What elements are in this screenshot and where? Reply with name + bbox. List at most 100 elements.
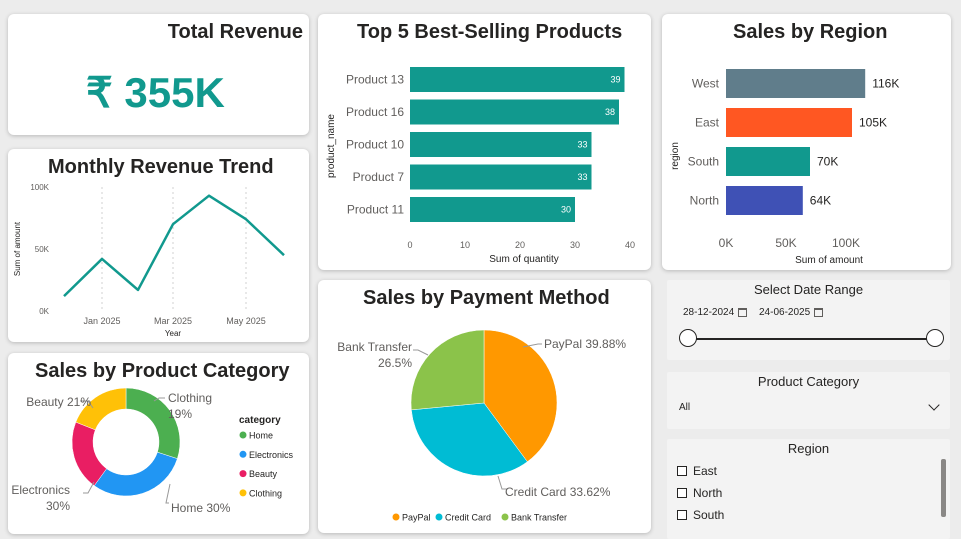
data-label: 116K [872, 77, 899, 91]
checkbox[interactable] [677, 488, 687, 498]
payment-method-chart: PayPal 39.88% Credit Card 33.62% Bank Tran… [337, 329, 626, 523]
slice-label: Clothing [168, 391, 212, 405]
category-dropdown-value: All [679, 402, 691, 413]
data-label: 38 [605, 107, 615, 117]
region-slicer-title: Region [787, 441, 830, 456]
region-option-north[interactable]: North [677, 486, 722, 500]
category-tick-label: Product 13 [346, 73, 404, 87]
date-range-track[interactable] [688, 338, 936, 340]
region-slicer: Region East North South [667, 439, 950, 539]
region-option-east[interactable]: East [677, 464, 717, 478]
x-tick-label: 40 [625, 240, 635, 250]
data-label: 70K [817, 155, 838, 169]
data-label: 33 [577, 172, 587, 182]
bar [410, 164, 592, 190]
slice-label: Home 30% [171, 501, 231, 515]
category-tick-label: Product 10 [346, 138, 404, 152]
region-option-label: North [693, 486, 723, 500]
date-range-start-handle[interactable] [679, 329, 697, 347]
bar [726, 108, 852, 137]
bar [410, 67, 625, 92]
product-category-chart: Home 30% Electronics 30% Beauty 21% Clothing… [11, 387, 294, 515]
data-label: 33 [577, 140, 587, 150]
category-tick-label: South [688, 155, 719, 169]
slice-label: Credit Card 33.62% [505, 485, 611, 499]
legend-marker [239, 450, 247, 458]
date-start-value: 28-12-2024 [683, 307, 735, 318]
pie-slice [410, 329, 485, 411]
category-slicer: Product Category All [667, 372, 950, 429]
legend-marker [239, 489, 247, 497]
category-tick-label: Product 11 [347, 203, 404, 217]
y-tick-label: 100K [30, 183, 49, 192]
slice-label: 30% [46, 499, 70, 513]
product-category-card: Sales by Product Category Home 30% Electr… [8, 353, 309, 534]
legend-marker [239, 470, 247, 478]
category-tick-label: Product 16 [346, 105, 404, 119]
legend-label: Electronics [249, 450, 294, 460]
region-option-south[interactable]: South [677, 508, 724, 522]
calendar-icon[interactable] [814, 308, 824, 317]
x-axis-title: Sum of quantity [489, 254, 558, 265]
x-tick-label: 100K [832, 236, 860, 250]
date-end-field[interactable]: 24-06-2025 [759, 307, 824, 318]
date-range-slicer: Select Date Range 28-12-2024 24-06-2025 [667, 280, 950, 360]
monthly-revenue-card: Monthly Revenue Trend 0K 50K 100K Jan 2025 M… [8, 149, 309, 342]
slice-label: Bank Transfer [337, 340, 412, 354]
category-tick-label: East [695, 116, 720, 130]
y-tick-label: 50K [35, 245, 50, 254]
sales-region-chart: 116K West 105K East 70K South 64K North 0K 50K 100… [670, 69, 899, 266]
region-scrollbar[interactable] [941, 459, 946, 517]
checkbox[interactable] [677, 466, 687, 476]
x-tick-label: Mar 2025 [154, 316, 192, 326]
calendar-icon[interactable] [738, 308, 748, 317]
slice-label: 19% [168, 407, 192, 421]
region-option-label: East [693, 464, 718, 478]
x-tick-label: May 2025 [226, 316, 266, 326]
x-tick-label: 0K [719, 236, 734, 250]
x-tick-label: 0 [407, 240, 412, 250]
legend-marker [392, 513, 400, 521]
x-tick-label: 30 [570, 240, 580, 250]
legend-label: Beauty [249, 469, 278, 479]
category-tick-label: North [690, 194, 719, 208]
date-start-field[interactable]: 28-12-2024 [683, 307, 748, 318]
x-tick-label: Jan 2025 [83, 316, 120, 326]
donut-slice [71, 421, 107, 487]
x-tick-label: 20 [515, 240, 525, 250]
slice-label: 26.5% [378, 356, 412, 370]
donut-slice [93, 451, 178, 497]
date-range-title: Select Date Range [753, 282, 864, 297]
bar [726, 186, 803, 215]
y-tick-label: 0K [39, 307, 49, 316]
x-tick-label: 10 [460, 240, 470, 250]
bar [726, 147, 810, 176]
sales-region-card: Sales by Region 116K West 105K East 70K South… [662, 14, 951, 270]
bar [410, 197, 575, 222]
category-tick-label: West [692, 77, 720, 91]
checkbox[interactable] [677, 510, 687, 520]
total-revenue-card: Total Revenue ₹ 355K [8, 14, 309, 135]
category-dropdown[interactable]: All [675, 397, 944, 417]
data-label: 30 [561, 205, 571, 215]
leader-line [165, 483, 171, 504]
slice-label: PayPal 39.88% [544, 337, 626, 351]
y-axis-title: region [670, 142, 681, 170]
leader-line [413, 349, 429, 356]
region-option-label: South [693, 508, 725, 522]
bar [410, 99, 619, 125]
slice-label: Electronics [11, 483, 70, 497]
bar [410, 132, 592, 157]
chevron-down-icon[interactable] [928, 399, 940, 411]
date-range-end-handle[interactable] [926, 329, 944, 347]
y-axis-title: Sum of amount [13, 221, 22, 276]
legend-marker [501, 513, 509, 521]
data-label: 64K [810, 194, 831, 208]
x-axis-title: Sum of amount [795, 255, 863, 266]
category-slicer-title: Product Category [757, 374, 860, 389]
monthly-revenue-chart: 0K 50K 100K Jan 2025 Mar 2025 May 2025 Year Sum… [13, 183, 285, 338]
legend-title: category [239, 415, 281, 426]
slice-label: Beauty 21% [26, 395, 91, 409]
x-tick-label: 50K [775, 236, 796, 250]
total-revenue-title: Total Revenue [167, 21, 303, 43]
